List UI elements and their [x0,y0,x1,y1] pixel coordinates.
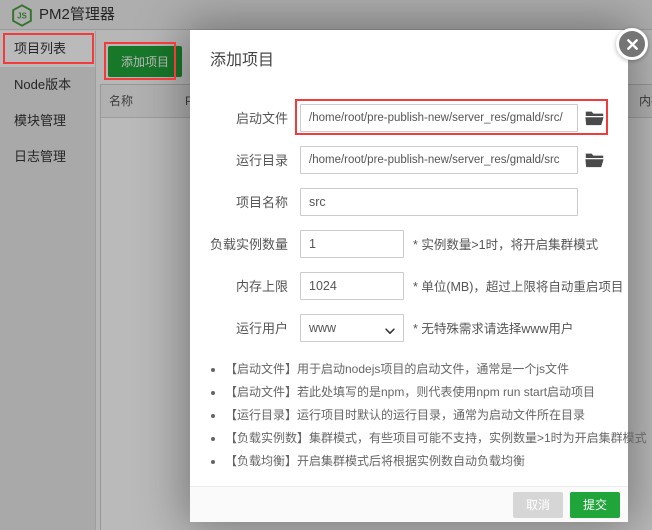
start-file-label: 启动文件 [235,111,288,126]
close-icon [626,38,638,50]
folder-browse-icon[interactable] [585,110,604,126]
project-name-input[interactable] [300,187,578,216]
instances-input[interactable] [300,229,404,258]
memory-limit-hint: * 单位(MB)，超过上限将自动重启项目 [413,280,624,294]
submit-button[interactable]: 提交 [569,491,620,518]
memory-limit-label: 内存上限 [235,279,288,294]
help-note: 【负载均衡】开启集群模式后将根据实例数自动负载均衡 [225,450,628,473]
run-dir-input[interactable] [300,145,578,174]
start-file-input[interactable] [300,103,578,132]
run-dir-label: 运行目录 [235,153,288,168]
run-user-label: 运行用户 [235,321,288,336]
instances-hint: * 实例数量>1时，将开启集群模式 [413,238,599,252]
chevron-down-icon [383,321,397,347]
help-notes-list: 【启动文件】用于启动nodejs项目的启动文件，通常是一个js文件 【启动文件】… [190,358,647,473]
modal-footer: 取消 提交 [190,486,628,522]
help-note: 【负载实例数】集群模式，有些项目可能不支持，实例数量>1时为开启集群模式 [225,427,647,450]
form-row-memory-limit: 内存上限 * 单位(MB)，超过上限将自动重启项目 [210,271,623,300]
project-name-label: 项目名称 [235,195,288,210]
run-user-select[interactable]: www [300,313,404,342]
help-note: 【启动文件】用于启动nodejs项目的启动文件，通常是一个js文件 [225,358,628,381]
run-user-selected-value: www [309,320,337,335]
form-row-start-file: 启动文件 [210,103,608,132]
cancel-button[interactable]: 取消 [512,491,563,518]
memory-limit-input[interactable] [300,271,404,300]
form-row-run-dir: 运行目录 [210,145,608,174]
run-user-hint: * 无特殊需求请选择www用户 [413,322,574,336]
add-project-form: 启动文件 运行目录 项目名称 负载实例数 [190,103,628,342]
help-note: 【运行目录】运行项目时默认的运行目录，通常为启动文件所在目录 [225,404,628,427]
add-project-modal: 添加项目 启动文件 运行目录 项目名称 [190,30,647,522]
form-row-project-name: 项目名称 [210,187,608,216]
form-row-run-user: 运行用户 www * 无特殊需求请选择www用户 [210,313,608,342]
folder-browse-icon[interactable] [585,152,604,168]
instances-label: 负载实例数量 [210,237,289,252]
help-note: 【启动文件】若此处填写的是npm，则代表使用npm run start启动项目 [225,381,628,404]
form-row-instances: 负载实例数量 * 实例数量>1时，将开启集群模式 [210,229,608,258]
modal-title: 添加项目 [210,52,275,69]
close-modal-button[interactable] [616,28,648,60]
